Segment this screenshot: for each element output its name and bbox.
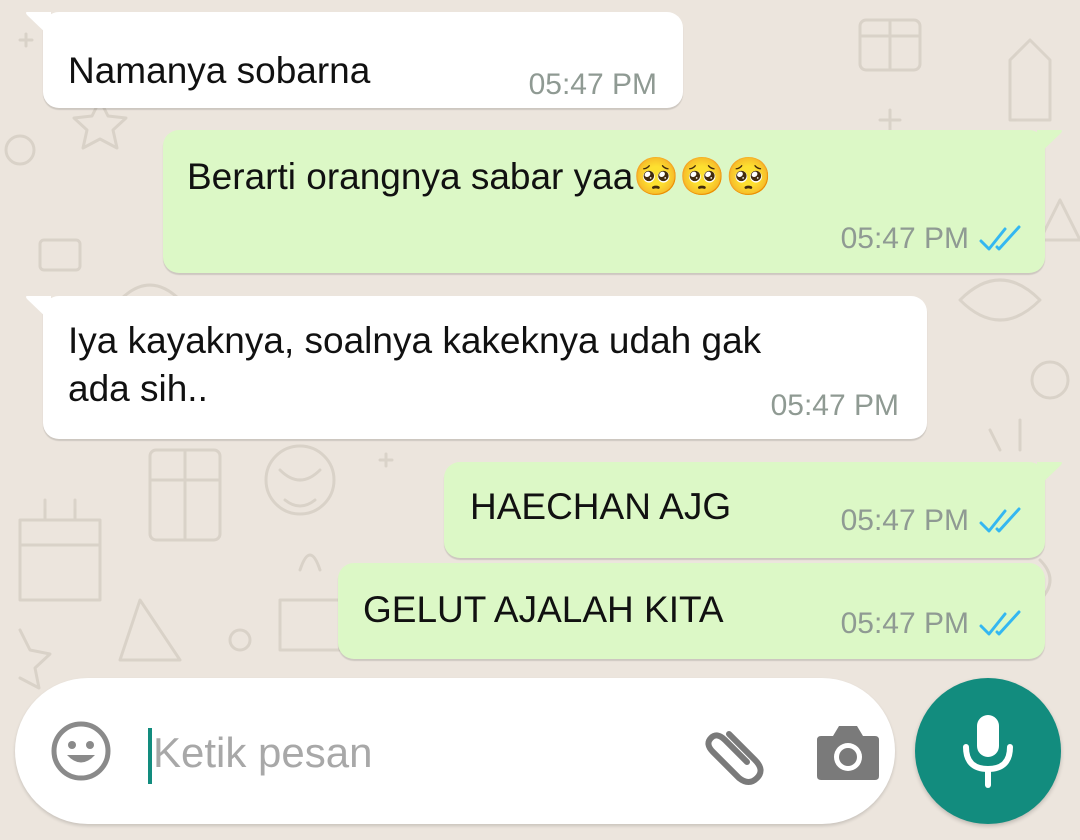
message-text-line-2: ada sih..	[68, 368, 208, 409]
bubble-tail	[1037, 462, 1062, 488]
camera-icon[interactable]	[815, 720, 881, 782]
message-meta: 05:47 PM	[841, 607, 1023, 641]
bubble-tail	[26, 296, 51, 322]
message-bubble-incoming[interactable]: Iya kayaknya, soalnya kakeknya udah gak …	[26, 296, 927, 439]
read-receipt-double-check-icon	[979, 610, 1021, 636]
message-text: Namanya sobarna	[68, 50, 371, 91]
read-receipt-double-check-icon	[979, 225, 1021, 251]
message-text-line-1: Iya kayaknya, soalnya kakeknya udah gak	[68, 320, 762, 361]
message-timestamp: 05:47 PM	[840, 222, 969, 255]
message-text: Berarti orangnya sabar yaa🥺🥺🥺	[187, 156, 772, 197]
text-cursor	[148, 728, 152, 784]
message-meta: 05:47 PM	[529, 68, 657, 102]
emoji-icon[interactable]	[50, 720, 112, 782]
message-timestamp: 05:47 PM	[840, 607, 969, 640]
message-bubble-outgoing[interactable]: GELUT AJALAH KITA 05:47 PM	[338, 563, 1045, 659]
message-bubble-outgoing[interactable]: HAECHAN AJG 05:47 PM	[444, 462, 1062, 558]
message-text: GELUT AJALAH KITA	[363, 589, 724, 630]
message-input[interactable]	[153, 722, 673, 784]
bubble-tail	[26, 12, 51, 38]
message-timestamp: 05:47 PM	[840, 504, 969, 537]
message-timestamp: 05:47 PM	[770, 389, 899, 422]
message-composer	[15, 678, 895, 824]
read-receipt-double-check-icon	[979, 507, 1021, 533]
voice-message-button[interactable]	[915, 678, 1061, 824]
message-bubble-incoming[interactable]: Namanya sobarna 05:47 PM	[26, 12, 683, 108]
paperclip-icon[interactable]	[695, 716, 767, 788]
message-meta: 05:47 PM	[841, 504, 1023, 538]
message-bubble-outgoing[interactable]: Berarti orangnya sabar yaa🥺🥺🥺 05:47 PM	[163, 130, 1062, 273]
bubble-tail	[1037, 130, 1062, 156]
message-text: HAECHAN AJG	[470, 486, 732, 527]
message-timestamp: 05:47 PM	[528, 68, 657, 101]
message-meta: 05:47 PM	[841, 222, 1023, 256]
message-meta: 05:47 PM	[771, 389, 899, 423]
microphone-icon	[963, 715, 1013, 788]
